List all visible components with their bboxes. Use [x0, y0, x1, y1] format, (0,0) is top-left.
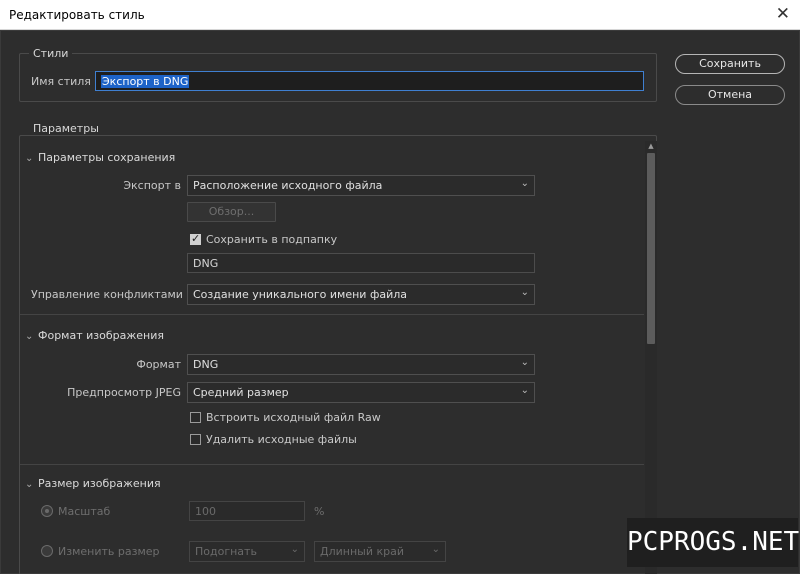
size-section-title: Размер изображения	[38, 477, 161, 490]
conflict-label: Управление конфликтами	[31, 288, 183, 301]
scale-unit: %	[314, 505, 325, 518]
conflict-value: Создание уникального имени файла	[193, 288, 408, 301]
jpeg-preview-label: Предпросмотр JPEG	[67, 386, 181, 399]
style-name-value: Экспорт в DNG	[101, 75, 190, 88]
format-select[interactable]: DNG ⌄	[187, 354, 535, 375]
conflict-select[interactable]: Создание уникального имени файла ⌄	[187, 284, 535, 305]
fit-value: Подогнать	[195, 545, 257, 558]
jpeg-preview-value: Средний размер	[193, 386, 289, 399]
subfolder-label: Сохранить в подпапку	[206, 233, 338, 246]
export-to-select[interactable]: Расположение исходного файла ⌄	[187, 175, 535, 196]
format-value: DNG	[193, 358, 219, 371]
subfolder-name-value: DNG	[193, 257, 219, 270]
embed-raw-label: Встроить исходный файл Raw	[206, 411, 381, 424]
format-label: Формат	[136, 358, 181, 371]
format-section-title: Формат изображения	[38, 329, 164, 342]
parameters-legend: Параметры	[29, 122, 103, 135]
scroll-thumb[interactable]	[647, 153, 655, 344]
window-title: Редактировать стиль	[9, 8, 145, 22]
browse-button[interactable]: Обзор...	[187, 202, 276, 222]
delete-source-label: Удалить исходные файлы	[206, 433, 357, 446]
size-section-header[interactable]: ⌄ Размер изображения	[25, 477, 161, 490]
edge-select[interactable]: Длинный край ⌄	[314, 541, 446, 562]
section-divider	[20, 464, 644, 465]
scale-input[interactable]: 100	[189, 501, 305, 521]
chevron-down-icon: ⌄	[520, 385, 529, 396]
chevron-down-icon: ⌄	[25, 479, 34, 490]
embed-raw-checkbox[interactable]	[190, 412, 201, 423]
delete-source-checkbox[interactable]	[190, 434, 201, 445]
close-icon[interactable]: ✕	[776, 4, 790, 24]
chevron-down-icon: ⌄	[431, 544, 440, 555]
save-section-title: Параметры сохранения	[38, 151, 176, 164]
scale-radio[interactable]	[41, 505, 53, 517]
fit-select[interactable]: Подогнать ⌄	[189, 541, 305, 562]
chevron-down-icon: ⌄	[520, 178, 529, 189]
watermark: PCPROGS.NET	[627, 518, 799, 567]
jpeg-preview-select[interactable]: Средний размер ⌄	[187, 382, 535, 403]
chevron-down-icon: ⌄	[520, 287, 529, 298]
parameters-scrollbar[interactable]: ▲	[645, 141, 657, 574]
export-to-label: Экспорт в	[123, 179, 181, 192]
scale-label: Масштаб	[58, 505, 111, 518]
section-divider	[20, 314, 644, 315]
chevron-down-icon: ⌄	[25, 153, 34, 164]
edit-style-dialog: Стили Имя стиля Экспорт в DNG Сохранить …	[0, 30, 800, 574]
resize-radio[interactable]	[41, 545, 53, 557]
chevron-down-icon: ⌄	[290, 544, 299, 555]
edge-value: Длинный край	[320, 545, 405, 558]
style-name-label: Имя стиля	[31, 75, 91, 88]
styles-legend: Стили	[29, 47, 73, 60]
scale-value: 100	[195, 505, 216, 518]
format-section-header[interactable]: ⌄ Формат изображения	[25, 329, 164, 342]
save-button[interactable]: Сохранить	[675, 54, 785, 74]
resize-label: Изменить размер	[58, 545, 160, 558]
subfolder-name-input[interactable]: DNG	[187, 253, 535, 273]
scroll-up-icon[interactable]: ▲	[645, 141, 657, 151]
export-to-value: Расположение исходного файла	[193, 179, 383, 192]
subfolder-checkbox[interactable]	[190, 232, 201, 245]
chevron-down-icon: ⌄	[25, 331, 34, 342]
save-section-header[interactable]: ⌄ Параметры сохранения	[25, 151, 175, 164]
cancel-button[interactable]: Отмена	[675, 85, 785, 105]
chevron-down-icon: ⌄	[520, 357, 529, 368]
title-bar: Редактировать стиль ✕	[0, 0, 800, 30]
style-name-input[interactable]: Экспорт в DNG	[95, 71, 644, 91]
